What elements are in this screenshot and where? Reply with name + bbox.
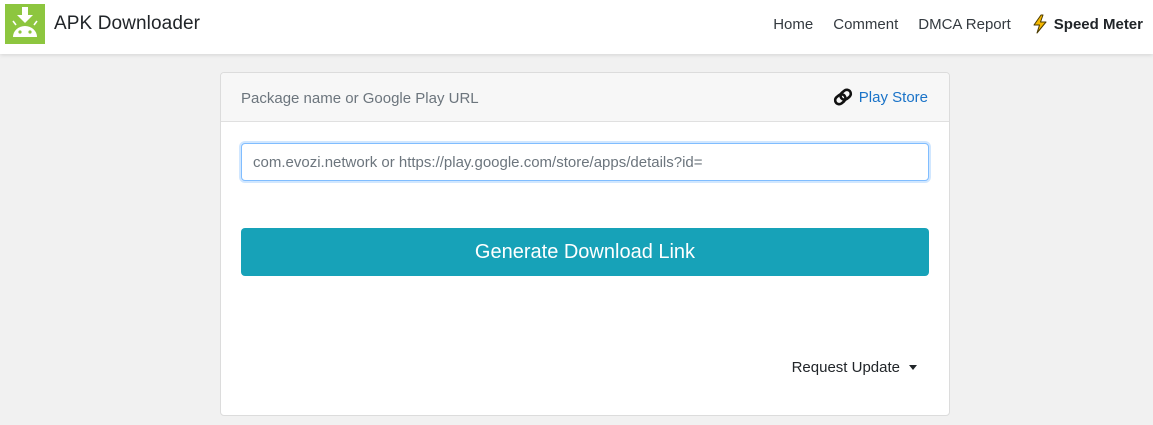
caret-down-icon: [909, 365, 917, 370]
nav-links: Home Comment DMCA Report Speed Meter: [753, 0, 1143, 48]
nav-speed-meter-link[interactable]: Speed Meter: [1031, 14, 1143, 34]
card-header: Package name or Google Play URL Play Sto…: [221, 73, 949, 122]
generate-download-link-button[interactable]: Generate Download Link: [241, 228, 929, 276]
card-header-title: Package name or Google Play URL: [241, 90, 479, 107]
package-name-input[interactable]: [241, 143, 929, 181]
nav-home-link[interactable]: Home: [773, 16, 813, 33]
brand-name: APK Downloader: [54, 13, 201, 34]
brand-link[interactable]: APK Downloader: [5, 3, 200, 45]
link-chain-icon: [833, 88, 852, 106]
android-download-logo-icon: [5, 4, 45, 44]
play-store-label: Play Store: [858, 88, 928, 106]
apk-download-card: Package name or Google Play URL Play Sto…: [220, 72, 950, 416]
nav-comment-link[interactable]: Comment: [833, 16, 898, 33]
request-update-dropdown[interactable]: Request Update: [792, 359, 917, 376]
navbar: APK Downloader Home Comment DMCA Report …: [0, 0, 1153, 54]
play-store-link[interactable]: Play Store: [833, 88, 928, 106]
speed-meter-label: Speed Meter: [1053, 15, 1143, 33]
request-update-label: Request Update: [791, 359, 900, 376]
nav-dmca-link[interactable]: DMCA Report: [918, 16, 1011, 33]
lightning-bolt-icon: [1033, 14, 1047, 34]
